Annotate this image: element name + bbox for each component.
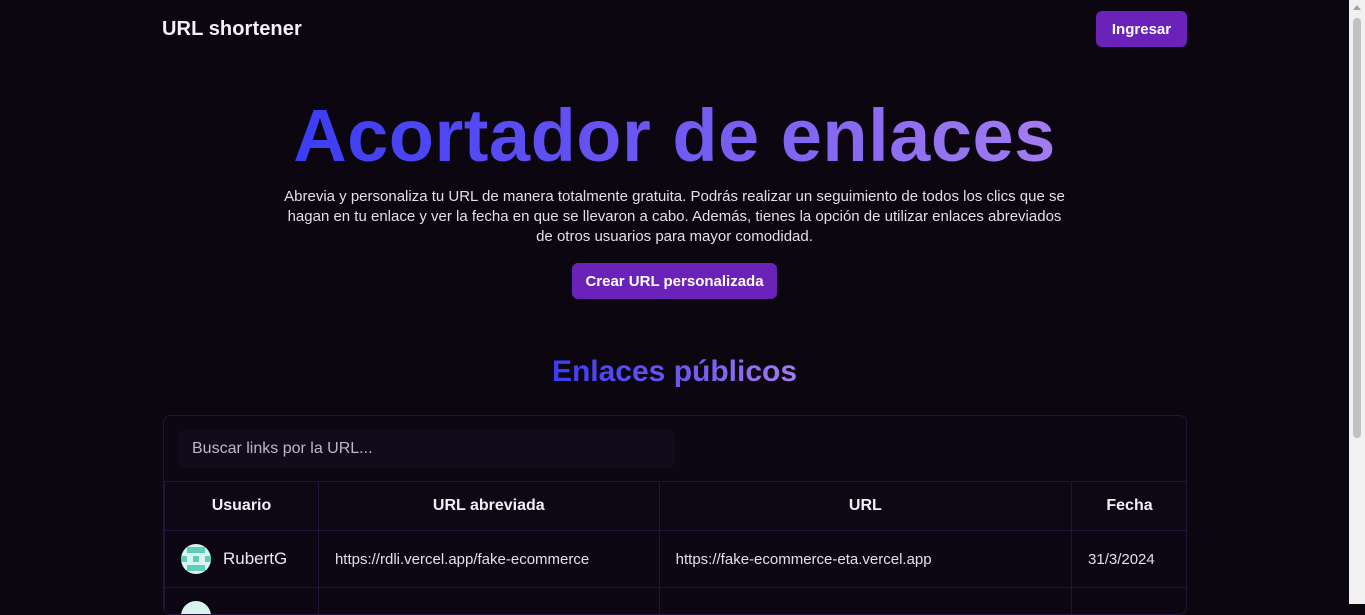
public-links-title-text: Enlaces públicos (552, 355, 797, 388)
hero-title-text: Acortador de enlaces (293, 94, 1056, 177)
search-input[interactable] (178, 430, 675, 468)
hero-description: Abrevia y personaliza tu URL de manera t… (280, 187, 1069, 247)
user-cell (165, 588, 319, 615)
short-url-link[interactable] (318, 588, 659, 615)
brand-title[interactable]: URL shortener (162, 18, 302, 41)
user-cell: RubertG (165, 531, 319, 588)
username: RubertG (223, 549, 287, 569)
column-header-short-url[interactable]: URL abreviada (318, 482, 659, 531)
table-row (165, 588, 1188, 615)
column-header-user[interactable]: Usuario (165, 482, 319, 531)
create-custom-url-button[interactable]: Crear URL personalizada (572, 263, 777, 299)
public-links-title: Enlaces públicos (0, 350, 1349, 394)
short-url-link[interactable]: https://rdli.vercel.app/fake-ecommerce (318, 531, 659, 588)
top-navbar: URL shortener Ingresar (0, 0, 1349, 58)
table-header-row: Usuario URL abreviada URL Fecha (165, 482, 1188, 531)
page-scrollbar[interactable] (1349, 0, 1365, 604)
hero-title: Acortador de enlaces (0, 88, 1349, 184)
date-cell (1072, 588, 1187, 615)
column-header-date[interactable]: Fecha (1072, 482, 1187, 531)
url-link[interactable] (659, 588, 1071, 615)
user-avatar (181, 544, 211, 574)
scroll-up-arrow-icon[interactable] (1353, 5, 1361, 10)
date-cell: 31/3/2024 (1072, 531, 1187, 588)
public-links-panel: Usuario URL abreviada URL Fecha (163, 415, 1187, 615)
user-avatar (181, 601, 211, 615)
url-link[interactable]: https://fake-ecommerce-eta.vercel.app (659, 531, 1071, 588)
login-button[interactable]: Ingresar (1096, 11, 1187, 47)
scrollbar-thumb[interactable] (1353, 18, 1361, 438)
table-row: RubertG https://rdli.vercel.app/fake-eco… (165, 531, 1188, 588)
public-links-table: Usuario URL abreviada URL Fecha (164, 481, 1187, 615)
column-header-url[interactable]: URL (659, 482, 1071, 531)
